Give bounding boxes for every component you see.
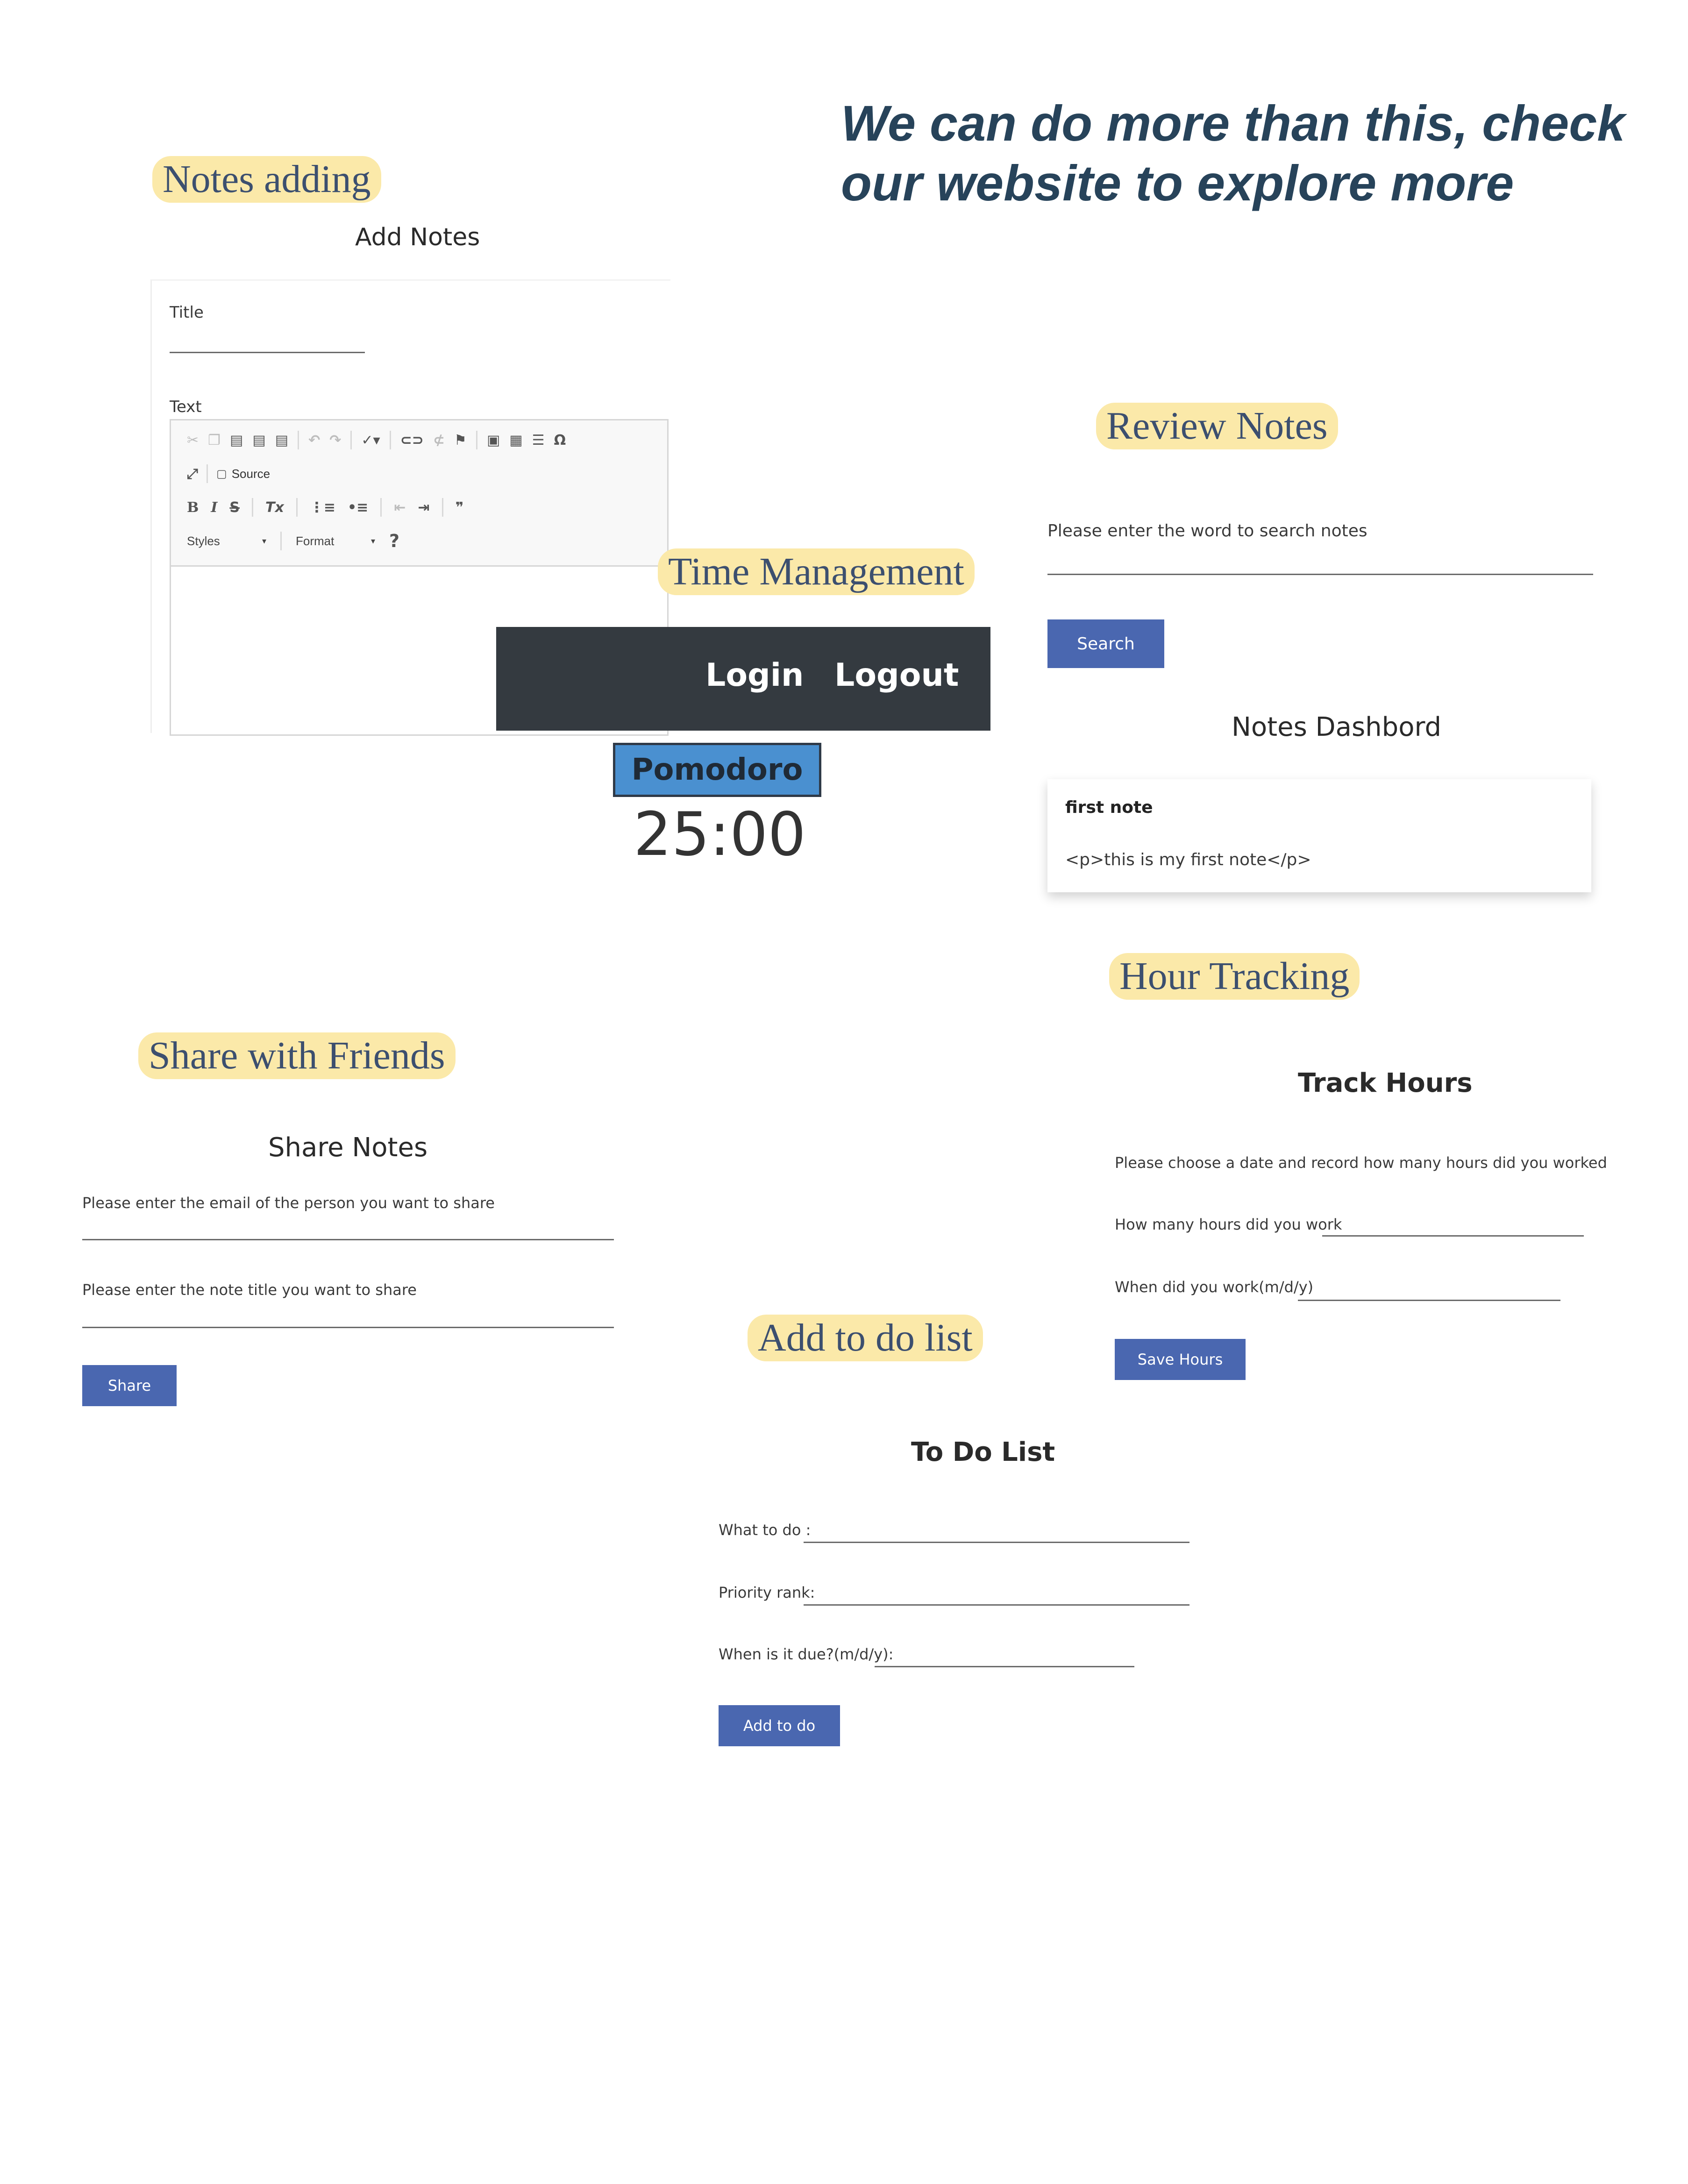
text-label: Text — [170, 398, 202, 416]
timer-display: 25:00 — [634, 800, 806, 869]
tagline: We can do more than this, check our webs… — [841, 93, 1673, 213]
share-title-label: Please enter the note title you want to … — [82, 1281, 417, 1299]
editor-toolbar: ✂ ❐ ▤ ▤ ▤ ↶ ↷ ✓▾ ⊂⊃ ⊄ ⚑ ▣ ▦ ☰ Ω ⤢ ▢ Sour… — [171, 420, 667, 567]
note-title: first note — [1065, 798, 1153, 817]
logout-link[interactable]: Logout — [834, 657, 959, 694]
toolbar-row-2: ⤢ ▢ Source — [187, 464, 270, 483]
track-hours-instruction: Please choose a date and record how many… — [1115, 1154, 1607, 1172]
toolbar-row-4: Styles ▾ Format ▾ ? — [187, 531, 399, 551]
italic-button[interactable]: I — [211, 499, 217, 516]
save-hours-button[interactable]: Save Hours — [1115, 1339, 1246, 1380]
toolbar-separator — [389, 431, 391, 449]
search-label: Please enter the word to search notes — [1047, 521, 1367, 541]
work-date-input[interactable] — [1298, 1280, 1560, 1301]
section-label-add-to-do-list: Add to do list — [748, 1315, 983, 1361]
toolbar-separator — [298, 431, 299, 449]
link-icon[interactable]: ⊂⊃ — [400, 432, 424, 448]
share-email-label: Please enter the email of the person you… — [82, 1194, 495, 1212]
tagline-line1: We can do more than this, check — [841, 95, 1625, 151]
todo-priority-input[interactable] — [804, 1585, 1189, 1606]
section-label-time-management: Time Management — [658, 548, 975, 595]
paste-text-icon[interactable]: ▤ — [252, 432, 265, 448]
bulleted-list-icon[interactable]: •≡ — [348, 499, 368, 516]
undo-icon[interactable]: ↶ — [308, 432, 320, 448]
search-input[interactable] — [1047, 551, 1593, 575]
cut-icon[interactable]: ✂ — [187, 432, 199, 448]
todo-list-heading: To Do List — [911, 1437, 1055, 1467]
toolbar-separator — [350, 431, 352, 449]
add-notes-heading: Add Notes — [355, 223, 480, 251]
remove-format-button[interactable]: Tx — [265, 499, 284, 516]
toolbar-separator — [296, 498, 298, 517]
todo-due-label: When is it due?(m/d/y): — [719, 1645, 894, 1663]
share-button[interactable]: Share — [82, 1365, 177, 1406]
title-label: Title — [170, 303, 204, 322]
share-email-input[interactable] — [82, 1216, 614, 1240]
paste-icon[interactable]: ▤ — [230, 432, 243, 448]
hours-label: How many hours did you work — [1115, 1216, 1342, 1233]
todo-what-input[interactable] — [804, 1522, 1189, 1543]
strike-button[interactable]: S — [229, 499, 240, 516]
dropdown-arrow-icon: ▾ — [370, 536, 375, 546]
paste-word-icon[interactable]: ▤ — [275, 432, 288, 448]
tagline-line2: our website to explore more — [841, 155, 1514, 211]
styles-label: Styles — [187, 534, 220, 548]
special-char-icon[interactable]: Ω — [554, 432, 566, 448]
section-label-share-with-friends: Share with Friends — [138, 1032, 456, 1079]
bold-button[interactable]: B — [187, 499, 199, 516]
toolbar-row-1: ✂ ❐ ▤ ▤ ▤ ↶ ↷ ✓▾ ⊂⊃ ⊄ ⚑ ▣ ▦ ☰ Ω — [187, 431, 566, 449]
horizontal-line-icon[interactable]: ☰ — [532, 432, 545, 448]
image-icon[interactable]: ▣ — [487, 432, 500, 448]
section-label-review-notes: Review Notes — [1096, 403, 1338, 449]
share-title-input[interactable] — [82, 1304, 614, 1328]
section-label-notes-adding: Notes adding — [152, 156, 381, 203]
copy-icon[interactable]: ❐ — [208, 432, 221, 448]
note-card[interactable]: first note <p>this is my first note</p> — [1047, 779, 1591, 892]
blockquote-icon[interactable]: ❞ — [456, 499, 464, 516]
source-icon: ▢ — [216, 467, 227, 480]
navbar: Login Logout — [496, 627, 990, 731]
notes-dashboard-heading: Notes Dashbord — [1232, 712, 1442, 742]
toolbar-row-3: B I S Tx ⋮≡ •≡ ⇤ ⇥ ❞ — [187, 498, 463, 517]
toolbar-separator — [476, 431, 477, 449]
add-todo-button[interactable]: Add to do — [719, 1705, 840, 1746]
format-dropdown[interactable]: Format ▾ — [296, 534, 375, 548]
note-body: <p>this is my first note</p> — [1065, 850, 1311, 869]
toolbar-separator — [207, 464, 208, 483]
redo-icon[interactable]: ↷ — [329, 432, 341, 448]
todo-due-input[interactable] — [875, 1646, 1134, 1667]
source-label: Source — [231, 466, 271, 481]
hours-input[interactable] — [1322, 1216, 1584, 1237]
numbered-list-icon[interactable]: ⋮≡ — [310, 499, 335, 516]
spellcheck-icon[interactable]: ✓▾ — [361, 432, 380, 448]
indent-icon[interactable]: ⇥ — [418, 499, 429, 516]
format-label: Format — [296, 534, 335, 548]
track-hours-heading: Track Hours — [1298, 1068, 1473, 1098]
styles-dropdown[interactable]: Styles ▾ — [187, 534, 266, 548]
maximize-icon[interactable]: ⤢ — [187, 466, 198, 482]
todo-priority-label: Priority rank: — [719, 1584, 815, 1601]
dropdown-arrow-icon: ▾ — [262, 536, 266, 546]
outdent-icon[interactable]: ⇤ — [394, 499, 406, 516]
share-notes-heading: Share Notes — [268, 1132, 428, 1163]
title-input[interactable] — [170, 332, 365, 353]
section-label-hour-tracking: Hour Tracking — [1109, 953, 1360, 1000]
work-date-label: When did you work(m/d/y) — [1115, 1278, 1314, 1296]
anchor-icon[interactable]: ⚑ — [454, 432, 467, 448]
login-link[interactable]: Login — [705, 657, 804, 694]
toolbar-separator — [380, 498, 382, 517]
table-icon[interactable]: ▦ — [509, 432, 522, 448]
unlink-icon[interactable]: ⊄ — [433, 432, 445, 448]
search-button[interactable]: Search — [1047, 619, 1164, 668]
toolbar-separator — [252, 498, 254, 517]
toolbar-separator — [442, 498, 443, 517]
toolbar-separator — [280, 532, 282, 550]
source-button[interactable]: ▢ Source — [216, 467, 270, 481]
todo-what-label: What to do : — [719, 1521, 811, 1539]
pomodoro-button[interactable]: Pomodoro — [613, 743, 821, 797]
help-button[interactable]: ? — [389, 531, 399, 551]
